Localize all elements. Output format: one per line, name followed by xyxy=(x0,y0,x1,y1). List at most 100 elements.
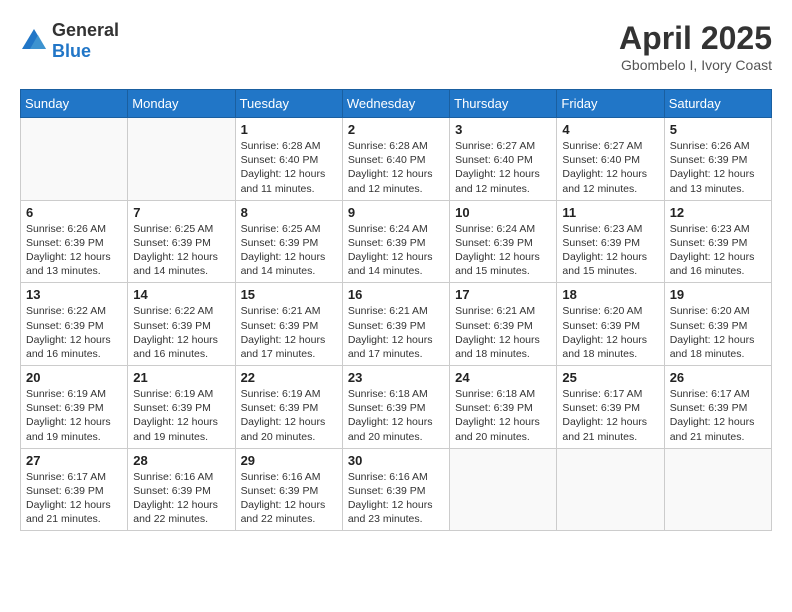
calendar-day-cell xyxy=(21,118,128,201)
calendar-day-cell: 10 Sunrise: 6:24 AM Sunset: 6:39 PM Dayli… xyxy=(450,200,557,283)
logo: General Blue xyxy=(20,20,119,62)
month-year-title: April 2025 xyxy=(619,20,772,57)
calendar-day-cell: 15 Sunrise: 6:21 AM Sunset: 6:39 PM Dayli… xyxy=(235,283,342,366)
calendar-day-cell: 25 Sunrise: 6:17 AM Sunset: 6:39 PM Dayli… xyxy=(557,366,664,449)
day-of-week-header: Tuesday xyxy=(235,90,342,118)
calendar-day-cell: 27 Sunrise: 6:17 AM Sunset: 6:39 PM Dayli… xyxy=(21,448,128,531)
day-number: 20 xyxy=(26,370,122,385)
calendar-day-cell: 17Sunrise: 6:21 AM Sunset: 6:39 PM Dayli… xyxy=(450,283,557,366)
day-info: Sunrise: 6:18 AM Sunset: 6:39 PM Dayligh… xyxy=(348,387,444,444)
day-info: Sunrise: 6:19 AM Sunset: 6:39 PM Dayligh… xyxy=(241,387,337,444)
calendar-day-cell: 30 Sunrise: 6:16 AM Sunset: 6:39 PM Dayli… xyxy=(342,448,449,531)
calendar-day-cell: 12Sunrise: 6:23 AM Sunset: 6:39 PM Dayli… xyxy=(664,200,771,283)
calendar-day-cell: 2 Sunrise: 6:28 AM Sunset: 6:40 PM Daylig… xyxy=(342,118,449,201)
day-info: Sunrise: 6:17 AM Sunset: 6:39 PM Dayligh… xyxy=(562,387,658,444)
day-info: Sunrise: 6:25 AM Sunset: 6:39 PM Dayligh… xyxy=(133,222,229,279)
calendar-day-cell: 8 Sunrise: 6:25 AM Sunset: 6:39 PM Daylig… xyxy=(235,200,342,283)
day-info: Sunrise: 6:27 AM Sunset: 6:40 PM Dayligh… xyxy=(562,139,658,196)
calendar-day-cell: 29 Sunrise: 6:16 AM Sunset: 6:39 PM Dayli… xyxy=(235,448,342,531)
calendar-day-cell: 13 Sunrise: 6:22 AM Sunset: 6:39 PM Dayli… xyxy=(21,283,128,366)
day-number: 28 xyxy=(133,453,229,468)
day-number: 3 xyxy=(455,122,551,137)
day-info: Sunrise: 6:21 AM Sunset: 6:39 PM Dayligh… xyxy=(241,304,337,361)
day-info: Sunrise: 6:17 AM Sunset: 6:39 PM Dayligh… xyxy=(26,470,122,527)
calendar-header-row: SundayMondayTuesdayWednesdayThursdayFrid… xyxy=(21,90,772,118)
calendar-week-row: 13 Sunrise: 6:22 AM Sunset: 6:39 PM Dayli… xyxy=(21,283,772,366)
day-info: Sunrise: 6:27 AM Sunset: 6:40 PM Dayligh… xyxy=(455,139,551,196)
day-info: Sunrise: 6:18 AM Sunset: 6:39 PM Dayligh… xyxy=(455,387,551,444)
day-info: Sunrise: 6:23 AM Sunset: 6:39 PM Dayligh… xyxy=(562,222,658,279)
day-number: 1 xyxy=(241,122,337,137)
calendar-day-cell xyxy=(664,448,771,531)
day-number: 4 xyxy=(562,122,658,137)
calendar-day-cell: 6Sunrise: 6:26 AM Sunset: 6:39 PM Daylig… xyxy=(21,200,128,283)
day-number: 23 xyxy=(348,370,444,385)
day-of-week-header: Friday xyxy=(557,90,664,118)
day-number: 19 xyxy=(670,287,766,302)
day-info: Sunrise: 6:21 AM Sunset: 6:39 PM Dayligh… xyxy=(348,304,444,361)
day-info: Sunrise: 6:24 AM Sunset: 6:39 PM Dayligh… xyxy=(455,222,551,279)
calendar-day-cell: 7 Sunrise: 6:25 AM Sunset: 6:39 PM Daylig… xyxy=(128,200,235,283)
calendar-day-cell: 21Sunrise: 6:19 AM Sunset: 6:39 PM Dayli… xyxy=(128,366,235,449)
day-of-week-header: Monday xyxy=(128,90,235,118)
calendar-day-cell: 3 Sunrise: 6:27 AM Sunset: 6:40 PM Daylig… xyxy=(450,118,557,201)
day-info: Sunrise: 6:22 AM Sunset: 6:39 PM Dayligh… xyxy=(26,304,122,361)
day-info: Sunrise: 6:24 AM Sunset: 6:39 PM Dayligh… xyxy=(348,222,444,279)
calendar-day-cell: 18 Sunrise: 6:20 AM Sunset: 6:39 PM Dayli… xyxy=(557,283,664,366)
location-subtitle: Gbombelo I, Ivory Coast xyxy=(619,57,772,73)
calendar-day-cell xyxy=(128,118,235,201)
calendar-day-cell: 1Sunrise: 6:28 AM Sunset: 6:40 PM Daylig… xyxy=(235,118,342,201)
day-number: 18 xyxy=(562,287,658,302)
day-info: Sunrise: 6:28 AM Sunset: 6:40 PM Dayligh… xyxy=(348,139,444,196)
day-number: 27 xyxy=(26,453,122,468)
calendar-day-cell: 16 Sunrise: 6:21 AM Sunset: 6:39 PM Dayli… xyxy=(342,283,449,366)
day-number: 15 xyxy=(241,287,337,302)
day-number: 26 xyxy=(670,370,766,385)
day-info: Sunrise: 6:16 AM Sunset: 6:39 PM Dayligh… xyxy=(241,470,337,527)
day-number: 9 xyxy=(348,205,444,220)
calendar-day-cell: 22 Sunrise: 6:19 AM Sunset: 6:39 PM Dayli… xyxy=(235,366,342,449)
day-number: 10 xyxy=(455,205,551,220)
calendar-day-cell: 9 Sunrise: 6:24 AM Sunset: 6:39 PM Daylig… xyxy=(342,200,449,283)
calendar-day-cell: 5 Sunrise: 6:26 AM Sunset: 6:39 PM Daylig… xyxy=(664,118,771,201)
calendar-day-cell xyxy=(450,448,557,531)
logo-general-text: General xyxy=(52,20,119,40)
day-number: 24 xyxy=(455,370,551,385)
day-info: Sunrise: 6:16 AM Sunset: 6:39 PM Dayligh… xyxy=(348,470,444,527)
day-info: Sunrise: 6:26 AM Sunset: 6:39 PM Dayligh… xyxy=(670,139,766,196)
day-number: 30 xyxy=(348,453,444,468)
day-number: 2 xyxy=(348,122,444,137)
calendar-day-cell: 11Sunrise: 6:23 AM Sunset: 6:39 PM Dayli… xyxy=(557,200,664,283)
day-number: 12 xyxy=(670,205,766,220)
day-number: 22 xyxy=(241,370,337,385)
day-number: 6 xyxy=(26,205,122,220)
day-number: 5 xyxy=(670,122,766,137)
day-info: Sunrise: 6:20 AM Sunset: 6:39 PM Dayligh… xyxy=(562,304,658,361)
logo-blue-text: Blue xyxy=(52,41,91,61)
day-number: 16 xyxy=(348,287,444,302)
page-header: General Blue April 2025 Gbombelo I, Ivor… xyxy=(20,20,772,73)
day-info: Sunrise: 6:17 AM Sunset: 6:39 PM Dayligh… xyxy=(670,387,766,444)
day-number: 17 xyxy=(455,287,551,302)
calendar-week-row: 1 Sunrise: 6:28 AM Sunset: 6:40 PM Daylig… xyxy=(21,118,772,201)
day-number: 29 xyxy=(241,453,337,468)
calendar-week-row: 27 Sunrise: 6:17 AM Sunset: 6:39 PM Dayli… xyxy=(21,448,772,531)
calendar-day-cell: 19 Sunrise: 6:20 AM Sunset: 6:39 PM Dayli… xyxy=(664,283,771,366)
day-number: 13 xyxy=(26,287,122,302)
day-number: 7 xyxy=(133,205,229,220)
day-number: 14 xyxy=(133,287,229,302)
calendar-day-cell: 26 Sunrise: 6:17 AM Sunset: 6:39 PM Dayli… xyxy=(664,366,771,449)
title-block: April 2025 Gbombelo I, Ivory Coast xyxy=(619,20,772,73)
calendar-table: SundayMondayTuesdayWednesdayThursdayFrid… xyxy=(20,89,772,531)
day-of-week-header: Sunday xyxy=(21,90,128,118)
day-of-week-header: Thursday xyxy=(450,90,557,118)
day-info: Sunrise: 6:22 AM Sunset: 6:39 PM Dayligh… xyxy=(133,304,229,361)
day-info: Sunrise: 6:19 AM Sunset: 6:39 PM Dayligh… xyxy=(133,387,229,444)
calendar-day-cell: 23 Sunrise: 6:18 AM Sunset: 6:39 PM Dayli… xyxy=(342,366,449,449)
calendar-day-cell: 28Sunrise: 6:16 AM Sunset: 6:39 PM Dayli… xyxy=(128,448,235,531)
day-info: Sunrise: 6:20 AM Sunset: 6:39 PM Dayligh… xyxy=(670,304,766,361)
day-number: 25 xyxy=(562,370,658,385)
day-info: Sunrise: 6:25 AM Sunset: 6:39 PM Dayligh… xyxy=(241,222,337,279)
day-number: 8 xyxy=(241,205,337,220)
calendar-day-cell xyxy=(557,448,664,531)
